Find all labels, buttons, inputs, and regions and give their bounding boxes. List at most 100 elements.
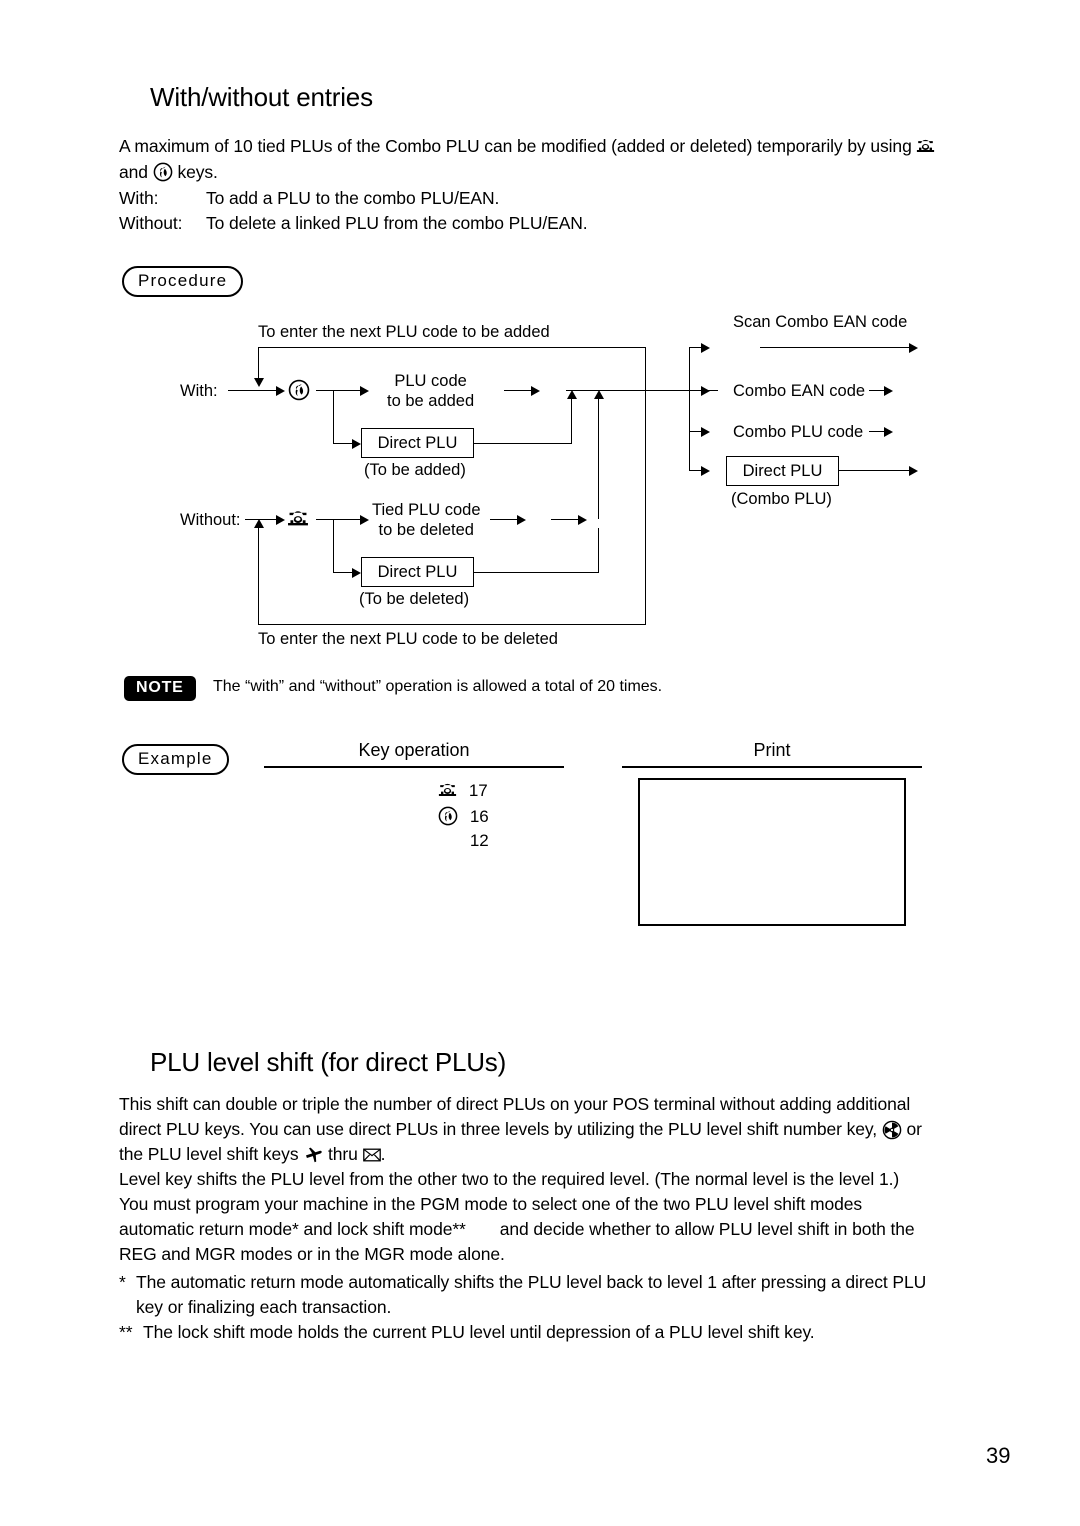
diagram-box-direct-plu-deleted: Direct PLU	[361, 557, 474, 587]
diagram-line-bottom-loop	[258, 624, 646, 625]
definition-desc-without: To delete a linked PLU from the combo PL…	[206, 213, 588, 233]
diagram-arrow-plu-out	[884, 426, 893, 437]
key-operation-value-2: 16	[469, 807, 489, 826]
document-page: With/without entries A maximum of 10 tie…	[0, 0, 1080, 1526]
diagram-line-deleted-box-up	[598, 528, 599, 572]
definition-row-with: With: To add a PLU to the combo PLU/EAN.	[119, 186, 499, 212]
envelope-key-icon	[362, 1148, 381, 1162]
print-header: Print	[753, 740, 791, 760]
diagram-arrow-with-pluspath	[360, 385, 369, 396]
diagram-line-bus-to-output	[645, 390, 690, 391]
diagram-line-tied-out	[490, 519, 520, 520]
telephone-key-icon	[916, 139, 935, 154]
diagram-loop-bottom-label: To enter the next PLU code to be deleted	[258, 630, 558, 648]
circled-receiver-key-icon	[288, 379, 310, 406]
diagram-box-direct-plu-deleted-sub: (To be deleted)	[359, 590, 470, 608]
definition-row-without: Without: To delete a linked PLU from the …	[119, 211, 588, 237]
footnote-1-line1: * The automatic return mode automatically…	[119, 1270, 926, 1296]
diagram-arrow-tied-out	[517, 514, 526, 525]
footnote-2-text: The lock shift mode holds the current PL…	[143, 1322, 815, 1342]
diagram-box-direct-plu-combo-sub: (Combo PLU)	[731, 490, 832, 508]
plu-shift-text-decide: and decide whether to allow PLU level sh…	[499, 1219, 915, 1239]
diagram-line-without-riser	[598, 399, 599, 519]
diagram-arrow-to-with-key	[276, 385, 285, 396]
telephone-key-icon	[438, 783, 457, 801]
plu-shift-paragraph-line1: This shift can double or triple the numb…	[119, 1094, 911, 1114]
diagram-arrow-scan-end	[909, 342, 918, 353]
procedure-label: Procedure	[122, 266, 244, 297]
diagram-with-plucode-text: PLU code to be added	[387, 371, 474, 411]
diagram-line-top-loop	[258, 347, 646, 348]
page-number: 39	[986, 1443, 1011, 1468]
definition-term-without: Without:	[119, 213, 183, 233]
diagram-line-output-bus	[689, 347, 690, 471]
intro-text-b: and	[119, 161, 148, 182]
diagram-arrow-ean-out	[884, 385, 893, 396]
diagram-output-scan-label: Scan Combo EAN code	[733, 313, 908, 331]
diagram-line-with-plucode-out	[504, 390, 534, 391]
diagram-box-direct-plu-combo: Direct PLU	[726, 456, 839, 486]
without-tiedcode-line2: to be deleted	[378, 521, 474, 539]
print-receipt-box	[638, 778, 906, 926]
plu-shift-text-e: thru	[328, 1144, 358, 1164]
diagram-with-label: With:	[180, 382, 218, 400]
diagram-line-tied-out2	[551, 519, 581, 520]
plu-shift-paragraph-line2: direct PLU keys. You can use direct PLUs…	[119, 1117, 922, 1143]
plu-shift-text-mode: automatic return mode* and lock shift mo…	[119, 1219, 466, 1239]
propeller-key-icon	[882, 1120, 902, 1140]
plu-shift-paragraph-2: Level key shifts the PLU level from the …	[119, 1169, 900, 1189]
diagram-line-without-lead	[245, 519, 258, 520]
diagram-line-deleted-box-out	[474, 572, 599, 573]
diagram-line-added-box-out	[474, 443, 572, 444]
key-operation-row-3: 12	[438, 831, 489, 851]
diagram-line-with-branch-drop	[333, 390, 334, 443]
without-tiedcode-line1: Tied PLU code	[372, 501, 481, 519]
plu-shift-paragraph-line3: the PLU level shift keys thru .	[119, 1142, 385, 1168]
key-operation-rule	[264, 766, 564, 768]
circled-receiver-key-icon	[438, 806, 458, 826]
diagram-line-with-branch-top	[316, 390, 363, 391]
diagram-line-with-branch-bottom	[333, 443, 354, 444]
diagram-line-top-loop-down	[258, 347, 259, 378]
diagram-line-combobox-out	[839, 470, 912, 471]
plu-shift-text-b: direct PLU keys. You can use direct PLUs…	[119, 1119, 878, 1139]
key-operation-row-1: 17	[438, 781, 488, 801]
diagram-arrow-ean	[701, 385, 710, 396]
key-operation-value-3: 12	[469, 831, 489, 850]
note-badge: NOTE	[124, 676, 196, 701]
diagram-arrow-without-directplu	[352, 567, 361, 578]
plu-shift-text-f: .	[380, 1144, 386, 1164]
diagram-arrow-to-without-key	[276, 514, 285, 525]
plu-shift-paragraph-4: automatic return mode* and lock shift mo…	[119, 1217, 915, 1243]
diagram-arrow-combobox-out	[909, 465, 918, 476]
diagram-arrow-up-without	[253, 519, 264, 528]
diagram-box-direct-plu-added-sub: (To be added)	[364, 461, 466, 479]
diagram-line-without-branch-bottom	[333, 572, 354, 573]
circled-receiver-key-icon	[153, 162, 173, 182]
key-operation-value-1: 17	[468, 781, 488, 800]
plu-shift-text-d: the PLU level shift keys	[119, 1144, 299, 1164]
diagram-output-ean-label: Combo EAN code	[733, 382, 866, 400]
diagram-line-without-branch-top	[316, 519, 363, 520]
diagram-output-plu-label: Combo PLU code	[733, 423, 864, 441]
diagram-arrow-added-box-up	[566, 390, 577, 399]
example-label: Example	[122, 744, 229, 775]
key-operation-row-2: 16	[438, 806, 489, 827]
note-text: The “with” and “without” operation is al…	[213, 678, 663, 695]
section-heading-plu-level-shift: PLU level shift (for direct PLUs)	[150, 1047, 507, 1077]
diagram-line-scan-long	[760, 347, 912, 348]
intro-text-c: keys.	[177, 161, 218, 182]
footnote-1-line2: key or finalizing each transaction.	[136, 1297, 392, 1317]
plu-shift-paragraph-5: REG and MGR modes or in the MGR mode alo…	[119, 1244, 505, 1264]
section-heading-with-without-entries: With/without entries	[150, 82, 373, 112]
definition-desc-with: To add a PLU to the combo PLU/EAN.	[206, 188, 500, 208]
diagram-box-direct-plu-added: Direct PLU	[361, 428, 474, 458]
airplane-key-icon	[303, 1145, 323, 1164]
telephone-key-icon	[287, 510, 309, 533]
diagram-line-with-lead	[228, 390, 258, 391]
diagram-arrow-with-directplu	[352, 438, 361, 449]
diagram-arrow-with-plucode-out	[531, 385, 540, 396]
diagram-arrow-scan	[701, 342, 710, 353]
with-plucode-line1: PLU code	[394, 372, 467, 390]
intro-text-a: A maximum of 10 tied PLUs of the Combo P…	[119, 136, 912, 156]
